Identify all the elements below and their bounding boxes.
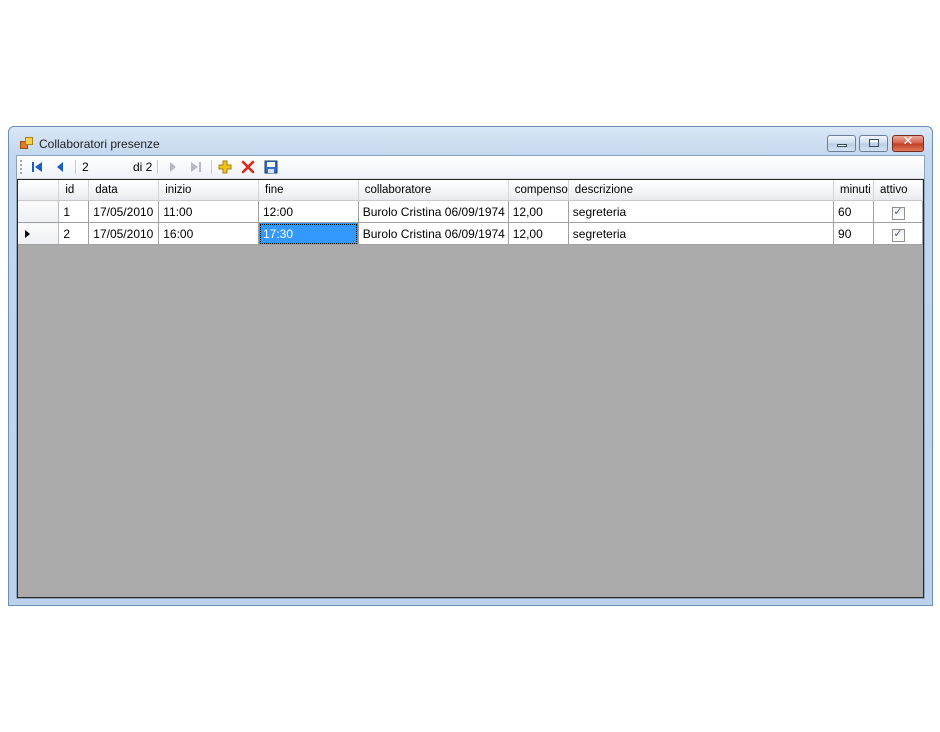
column-header-attivo[interactable]: attivo [873, 180, 923, 201]
grid-table: id data inizio fine collaboratore compen… [18, 180, 923, 245]
checkmark-icon: ✓ [893, 226, 903, 240]
move-previous-icon [57, 162, 63, 172]
column-header-data[interactable]: data [88, 180, 160, 201]
cell-inizio[interactable]: 16:00 [158, 222, 259, 245]
cell-collaboratore[interactable]: Burolo Cristina 06/09/1974 [358, 200, 509, 223]
cell-attivo[interactable]: ✓ [873, 200, 923, 223]
table-row[interactable]: 2 17/05/2010 16:00 17:30 Burolo Cristina… [18, 222, 923, 245]
top-left-header-cell[interactable] [18, 180, 60, 201]
move-previous-button[interactable] [53, 159, 69, 175]
cell-minuti[interactable]: 90 [833, 222, 875, 245]
attivo-checkbox[interactable]: ✓ [891, 204, 905, 220]
delete-button[interactable] [240, 159, 256, 175]
row-header[interactable] [18, 200, 60, 223]
add-new-button[interactable] [217, 159, 233, 175]
move-first-icon [32, 162, 42, 172]
maximize-button[interactable] [859, 135, 888, 152]
cell-inizio[interactable]: 11:00 [158, 200, 259, 223]
current-row-arrow-icon [25, 230, 30, 238]
data-grid[interactable]: id data inizio fine collaboratore compen… [17, 179, 924, 598]
record-count-label: di 2 [133, 160, 153, 174]
move-last-icon [191, 162, 201, 172]
move-next-button[interactable] [164, 159, 180, 175]
column-header-collaboratore[interactable]: collaboratore [358, 180, 509, 201]
minimize-icon [837, 144, 847, 147]
column-header-inizio[interactable]: inizio [158, 180, 259, 201]
cell-data[interactable]: 17/05/2010 [88, 222, 160, 245]
column-header-descrizione[interactable]: descrizione [568, 180, 835, 201]
binding-navigator: di 2 [17, 156, 924, 179]
position-input[interactable] [80, 159, 132, 175]
cell-fine[interactable]: 12:00 [258, 200, 359, 223]
table-row[interactable]: 1 17/05/2010 11:00 12:00 Burolo Cristina… [18, 200, 923, 223]
close-icon: ✕ [902, 134, 914, 149]
cell-compenso[interactable]: 12,00 [508, 222, 569, 245]
column-header-compenso[interactable]: compenso [508, 180, 569, 201]
delete-icon [241, 160, 255, 174]
cell-fine-selected[interactable]: 17:30 [258, 222, 359, 245]
minimize-button[interactable] [827, 135, 856, 152]
checkmark-icon: ✓ [893, 204, 903, 218]
column-header-minuti[interactable]: minuti [833, 180, 875, 201]
move-next-icon [170, 162, 176, 172]
cell-minuti[interactable]: 60 [833, 200, 875, 223]
toolbar-separator [211, 160, 213, 174]
cell-data[interactable]: 17/05/2010 [88, 200, 160, 223]
form-client-area: di 2 [16, 155, 925, 599]
cell-descrizione[interactable]: segreteria [568, 222, 835, 245]
row-header-current[interactable] [18, 222, 60, 245]
cell-descrizione[interactable]: segreteria [568, 200, 835, 223]
column-header-id[interactable]: id [58, 180, 90, 201]
toolbar-separator [75, 160, 77, 174]
save-icon [264, 160, 278, 174]
cell-id[interactable]: 1 [58, 200, 90, 223]
attivo-checkbox[interactable]: ✓ [891, 226, 905, 242]
add-new-icon [218, 160, 232, 174]
cell-attivo[interactable]: ✓ [873, 222, 923, 245]
toolbar-grip[interactable] [20, 160, 22, 174]
main-window: Collaboratori presenze ✕ di 2 [8, 126, 933, 606]
title-bar[interactable]: Collaboratori presenze ✕ [9, 127, 932, 155]
window-title: Collaboratori presenze [39, 137, 160, 151]
column-header-fine[interactable]: fine [258, 180, 359, 201]
move-first-button[interactable] [29, 159, 45, 175]
save-button[interactable] [263, 159, 279, 175]
move-last-button[interactable] [188, 159, 204, 175]
cell-id[interactable]: 2 [58, 222, 90, 245]
cell-compenso[interactable]: 12,00 [508, 200, 569, 223]
toolbar-separator [157, 160, 159, 174]
grid-header-row: id data inizio fine collaboratore compen… [18, 180, 923, 201]
cell-collaboratore[interactable]: Burolo Cristina 06/09/1974 [358, 222, 509, 245]
close-button[interactable]: ✕ [892, 134, 924, 152]
maximize-icon [869, 139, 879, 147]
app-icon[interactable] [20, 137, 33, 149]
